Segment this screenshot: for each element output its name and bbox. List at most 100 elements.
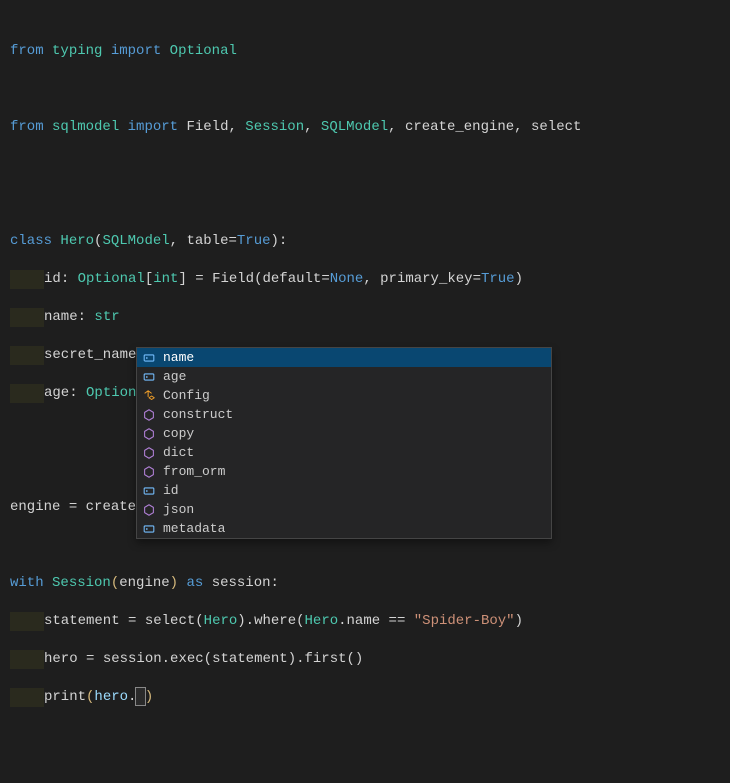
indent-guide bbox=[10, 346, 44, 365]
autocomplete-item-label: dict bbox=[163, 443, 547, 462]
imported-name: SQLModel bbox=[321, 119, 388, 135]
imported-name: select bbox=[531, 119, 581, 135]
keyword-as: as bbox=[186, 575, 203, 591]
field-call: Field bbox=[212, 271, 254, 287]
cursor bbox=[136, 688, 144, 705]
autocomplete-item[interactable]: id bbox=[137, 481, 551, 500]
imported-name: create_engine bbox=[405, 119, 514, 135]
kwarg-name: default bbox=[263, 271, 322, 287]
code-line[interactable]: from typing import Optional bbox=[10, 42, 730, 61]
var-name: statement bbox=[44, 613, 120, 629]
autocomplete-item[interactable]: age bbox=[137, 367, 551, 386]
autocomplete-item[interactable]: copy bbox=[137, 424, 551, 443]
method-icon bbox=[141, 502, 157, 518]
var-name: session bbox=[103, 651, 162, 667]
indent-guide bbox=[10, 688, 44, 707]
code-line[interactable]: class Hero(SQLModel, table=True): bbox=[10, 232, 730, 251]
kwarg-name: primary_key bbox=[380, 271, 472, 287]
builtin-print: print bbox=[44, 689, 86, 705]
module-name: typing bbox=[52, 43, 102, 59]
var-name: engine bbox=[10, 499, 60, 515]
field-name: id bbox=[44, 271, 61, 287]
constant-true: True bbox=[237, 233, 271, 249]
code-line[interactable]: name: str bbox=[10, 308, 730, 327]
method-icon bbox=[141, 445, 157, 461]
autocomplete-item[interactable]: Config bbox=[137, 386, 551, 405]
type-optional: Optional bbox=[78, 271, 145, 287]
type-int: int bbox=[153, 271, 178, 287]
method-call: where bbox=[254, 613, 296, 629]
method-icon bbox=[141, 464, 157, 480]
autocomplete-item[interactable]: from_orm bbox=[137, 462, 551, 481]
var-name: hero bbox=[44, 651, 78, 667]
constant-true: True bbox=[481, 271, 515, 287]
class-ref: Hero bbox=[305, 613, 339, 629]
autocomplete-item[interactable]: dict bbox=[137, 443, 551, 462]
code-editor[interactable]: from typing import Optional from sqlmode… bbox=[0, 0, 730, 783]
code-line[interactable] bbox=[10, 80, 730, 99]
module-name: sqlmodel bbox=[52, 119, 119, 135]
indent-guide bbox=[10, 308, 44, 327]
keyword-with: with bbox=[10, 575, 44, 591]
field-icon bbox=[141, 521, 157, 537]
imported-name: Field bbox=[186, 119, 228, 135]
method-icon bbox=[141, 426, 157, 442]
attr-name: name bbox=[347, 613, 381, 629]
autocomplete-item[interactable]: metadata bbox=[137, 519, 551, 538]
class-icon bbox=[141, 388, 157, 404]
indent-guide bbox=[10, 650, 44, 669]
code-line[interactable]: from sqlmodel import Field, Session, SQL… bbox=[10, 118, 730, 137]
method-call: exec bbox=[170, 651, 204, 667]
var-name: session bbox=[212, 575, 271, 591]
code-line[interactable]: hero = session.exec(statement).first() bbox=[10, 650, 730, 669]
autocomplete-item[interactable]: name bbox=[137, 348, 551, 367]
imported-name: Session bbox=[245, 119, 304, 135]
keyword-from: from bbox=[10, 119, 44, 135]
class-name: Hero bbox=[60, 233, 94, 249]
code-line[interactable] bbox=[10, 194, 730, 213]
arg-name: statement bbox=[212, 651, 288, 667]
keyword-import: import bbox=[111, 43, 161, 59]
autocomplete-item-label: json bbox=[163, 500, 547, 519]
indent-guide bbox=[10, 270, 44, 289]
code-line[interactable]: statement = select(Hero).where(Hero.name… bbox=[10, 612, 730, 631]
autocomplete-popup[interactable]: nameageConfigconstructcopydictfrom_ormid… bbox=[136, 347, 552, 539]
field-name: name bbox=[44, 309, 78, 325]
code-line[interactable]: id: Optional[int] = Field(default=None, … bbox=[10, 270, 730, 289]
field-name: secret_name bbox=[44, 347, 136, 363]
code-line[interactable]: print(hero. ) bbox=[10, 688, 730, 707]
operator-eq: == bbox=[389, 613, 406, 629]
code-line[interactable] bbox=[10, 156, 730, 175]
type-str: str bbox=[94, 309, 119, 325]
func-call: select bbox=[145, 613, 195, 629]
class-call: Session bbox=[52, 575, 111, 591]
keyword-class: class bbox=[10, 233, 52, 249]
kwarg-name: table bbox=[186, 233, 228, 249]
autocomplete-item[interactable]: json bbox=[137, 500, 551, 519]
field-icon bbox=[141, 350, 157, 366]
keyword-from: from bbox=[10, 43, 44, 59]
autocomplete-item-label: from_orm bbox=[163, 462, 547, 481]
autocomplete-item-label: Config bbox=[163, 386, 547, 405]
imported-name: Optional bbox=[170, 43, 237, 59]
constant-none: None bbox=[330, 271, 364, 287]
autocomplete-item-label: metadata bbox=[163, 519, 547, 538]
indent-guide bbox=[10, 612, 44, 631]
method-icon bbox=[141, 407, 157, 423]
field-icon bbox=[141, 369, 157, 385]
field-icon bbox=[141, 483, 157, 499]
indent-guide bbox=[10, 384, 44, 403]
field-name: age bbox=[44, 385, 69, 401]
autocomplete-item-label: copy bbox=[163, 424, 547, 443]
arg-name: engine bbox=[119, 575, 169, 591]
class-ref: Hero bbox=[204, 613, 238, 629]
autocomplete-item[interactable]: construct bbox=[137, 405, 551, 424]
autocomplete-item-label: name bbox=[163, 348, 547, 367]
base-class: SQLModel bbox=[102, 233, 169, 249]
var-name: hero bbox=[94, 689, 128, 705]
keyword-import: import bbox=[128, 119, 178, 135]
autocomplete-item-label: id bbox=[163, 481, 547, 500]
method-call: first bbox=[305, 651, 347, 667]
code-line[interactable]: with Session(engine) as session: bbox=[10, 574, 730, 593]
autocomplete-item-label: construct bbox=[163, 405, 547, 424]
